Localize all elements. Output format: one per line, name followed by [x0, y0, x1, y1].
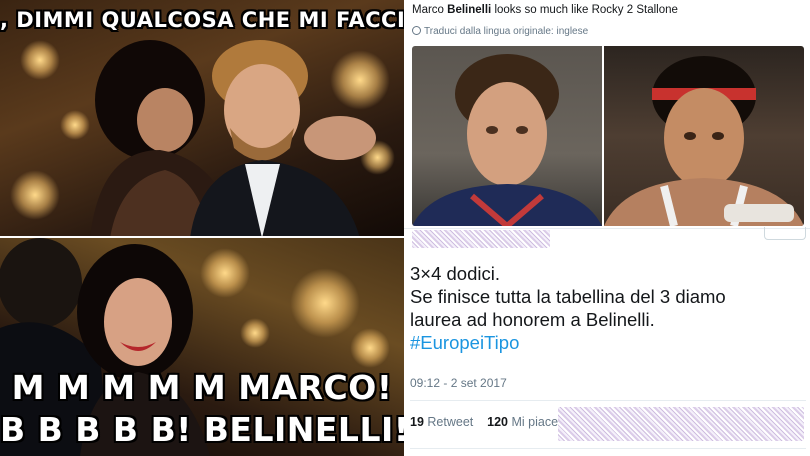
hashtag-link[interactable]: #EuropeiTipo	[410, 331, 726, 354]
quote-card-border	[404, 228, 810, 229]
retweet-count: 19	[410, 415, 424, 429]
meme-bottom-caption-line2: B B B B B! BELINELLI!	[0, 410, 404, 449]
redacted-author	[412, 230, 550, 248]
like-count: 120	[487, 415, 509, 429]
redacted-avatars	[558, 407, 804, 441]
quoted-tweet-text[interactable]: Marco Belinelli looks so much like Rocky…	[412, 4, 678, 16]
stats-divider-bottom	[410, 448, 806, 449]
retweet-stat[interactable]: 19 Retweet	[410, 415, 473, 429]
tweet-body-line1: 3×4 dodici.	[410, 263, 500, 284]
follow-button-edge[interactable]	[764, 227, 806, 240]
tweet-body-line2: Se finisce tutta la tabellina del 3 diam…	[410, 286, 726, 307]
tweet-body-line3: laurea ad honorem a Belinelli.	[410, 309, 655, 330]
like-label: Mi piace	[511, 415, 559, 429]
meme-top-caption: , DIMMI QUALCOSA CHE MI FACCIA ECCITARE	[0, 8, 404, 32]
tweet-timestamp[interactable]: 09:12 - 2 set 2017	[410, 376, 507, 390]
photo-stallone[interactable]	[604, 46, 804, 226]
photo-belinelli[interactable]	[412, 46, 602, 226]
quoted-name-bold: Belinelli	[447, 4, 492, 16]
tweet-photos[interactable]	[412, 46, 804, 226]
retweet-label: Retweet	[427, 415, 474, 429]
tweet-stats: 19 Retweet 120 Mi piace	[410, 415, 558, 429]
man-figure	[190, 40, 376, 238]
meme-bottom-caption-line1: M M M M M MARCO!	[11, 368, 393, 407]
translate-note[interactable]: Traduci dalla lingua originale: inglese	[412, 26, 588, 37]
globe-icon	[412, 26, 421, 35]
belinelli-portrait	[412, 54, 602, 226]
like-stat[interactable]: 120 Mi piace	[487, 415, 558, 429]
stats-divider-top	[410, 400, 806, 401]
tweet-body: 3×4 dodici. Se finisce tutta la tabellin…	[410, 262, 726, 354]
meme-top-panel	[0, 0, 404, 238]
translate-note-text: Traduci dalla lingua originale: inglese	[424, 26, 589, 37]
quoted-name-first: Marco	[412, 4, 444, 16]
stallone-portrait	[604, 56, 804, 226]
meme-image: , DIMMI QUALCOSA CHE MI FACCIA ECCITARE …	[0, 0, 404, 456]
quoted-text-rest: looks so much like Rocky 2 Stallone	[491, 4, 678, 16]
